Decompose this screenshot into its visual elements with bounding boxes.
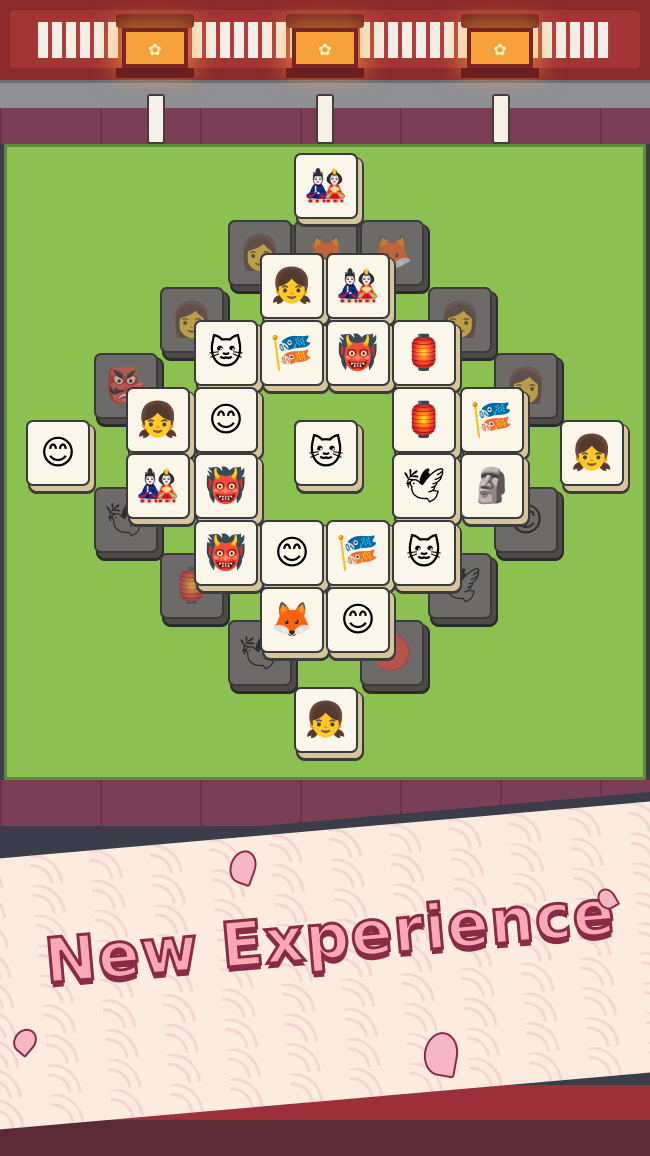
- tengu-mask-icon: 👹: [204, 533, 248, 573]
- tile-lucky-cat[interactable]: 🐱: [194, 320, 258, 386]
- paper-tag: [316, 94, 334, 144]
- tile-paper-lantern[interactable]: 🏮: [392, 320, 456, 386]
- tile-kokeshi-doll[interactable]: 👧: [294, 687, 358, 753]
- tile-daruma[interactable]: 🎎: [294, 153, 358, 219]
- lucky-cat-icon: 🐱: [208, 333, 244, 373]
- tile-daruma[interactable]: 🎎: [126, 453, 190, 519]
- paper-lantern-icon: 🏮: [402, 333, 446, 373]
- tile-paper-lantern[interactable]: 🏮: [392, 387, 456, 453]
- paper-crane-icon: 🕊: [402, 466, 446, 506]
- koinobori-fish-icon: 🎏: [336, 533, 380, 573]
- tile-okame-mask[interactable]: 😊: [260, 520, 324, 586]
- okame-mask-icon: 😊: [274, 533, 310, 573]
- kokeshi-doll-icon: 👧: [570, 433, 614, 473]
- okame-mask-icon: 😊: [40, 433, 76, 473]
- tile-okame-mask[interactable]: 😊: [194, 387, 258, 453]
- kokeshi-doll-icon: 👧: [136, 400, 180, 440]
- tile-kitsune-mask[interactable]: 🦊: [260, 587, 324, 653]
- kokeshi-doll-icon: 👧: [304, 700, 348, 740]
- tile-lucky-cat[interactable]: 🐱: [294, 420, 358, 486]
- tile-jizo-statue[interactable]: 🗿: [460, 453, 524, 519]
- flower-icon: ✿: [318, 40, 332, 59]
- okame-mask-icon: 😊: [208, 400, 244, 440]
- tile-tengu-mask[interactable]: 👹: [194, 520, 258, 586]
- daruma-icon: 🎎: [304, 166, 348, 206]
- daruma-icon: 🎎: [136, 466, 180, 506]
- tile-koinobori-fish[interactable]: 🎏: [460, 387, 524, 453]
- tile-tengu-mask[interactable]: 👹: [326, 320, 390, 386]
- tile-koinobori-fish[interactable]: 🎏: [326, 520, 390, 586]
- paper-lantern-icon: 🏮: [402, 400, 446, 440]
- tengu-mask-icon: 👹: [336, 333, 380, 373]
- tile-okame-mask[interactable]: 😊: [26, 420, 90, 486]
- lucky-cat-icon: 🐱: [308, 433, 344, 473]
- daruma-icon: 🎎: [336, 266, 380, 306]
- hanging-lantern: ✿: [461, 14, 539, 80]
- flower-icon: ✿: [148, 40, 162, 59]
- tengu-mask-icon: 👹: [204, 466, 248, 506]
- tile-okame-mask[interactable]: 😊: [326, 587, 390, 653]
- tile-kokeshi-doll[interactable]: 👧: [260, 253, 324, 319]
- tile-koinobori-fish[interactable]: 🎏: [260, 320, 324, 386]
- kitsune-mask-icon: 🦊: [270, 600, 314, 640]
- tile-lucky-cat[interactable]: 🐱: [392, 520, 456, 586]
- tile-tengu-mask[interactable]: 👹: [194, 453, 258, 519]
- hanging-lantern: ✿: [116, 14, 194, 80]
- jizo-statue-icon: 🗿: [470, 466, 514, 506]
- tile-daruma[interactable]: 🎎: [326, 253, 390, 319]
- paper-tag: [147, 94, 165, 144]
- hanging-lantern: ✿: [286, 14, 364, 80]
- paper-tag: [492, 94, 510, 144]
- tile-paper-crane[interactable]: 🕊: [392, 453, 456, 519]
- koinobori-fish-icon: 🎏: [270, 333, 314, 373]
- lucky-cat-icon: 🐱: [406, 533, 442, 573]
- okame-mask-icon: 😊: [340, 600, 376, 640]
- tile-kokeshi-doll[interactable]: 👧: [126, 387, 190, 453]
- tile-kokeshi-doll[interactable]: 👧: [560, 420, 624, 486]
- flower-icon: ✿: [493, 40, 507, 59]
- game-scene: ✿ ✿ ✿ 👩 🦊 🦊 👩 👩 👺 👩 🕊 😊 🏮 🕊 🕊 🔴 🐱 🎎 👧 🎎 …: [0, 0, 650, 1156]
- kokeshi-doll-icon: 👧: [270, 266, 314, 306]
- koinobori-fish-icon: 🎏: [470, 400, 514, 440]
